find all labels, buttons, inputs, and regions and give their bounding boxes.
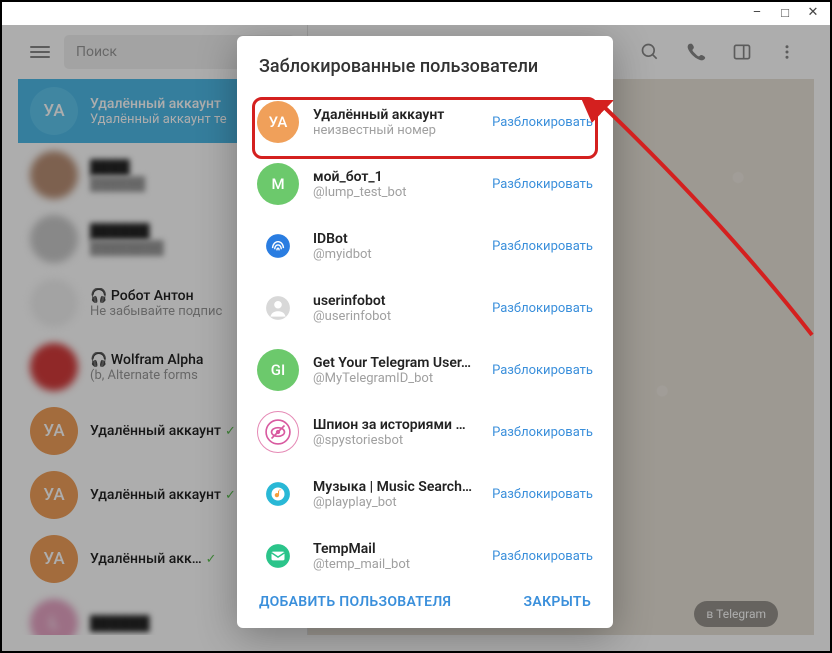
avatar: УА: [257, 101, 299, 143]
unblock-button[interactable]: Разблокировать: [492, 301, 593, 316]
modal-footer: ДОБАВИТЬ ПОЛЬЗОВАТЕЛЯ ЗАКРЫТЬ: [237, 576, 613, 628]
unblock-button[interactable]: Разблокировать: [492, 425, 593, 440]
avatar: [257, 225, 299, 267]
window-titlebar: – □ ✕: [0, 0, 832, 25]
user-name: Шпион за историями …: [313, 417, 478, 433]
window-maximize-button[interactable]: □: [778, 6, 792, 20]
user-subtitle: @lump_test_bot: [313, 185, 478, 200]
user-subtitle: @spystoriesbot: [313, 433, 478, 448]
unblock-button[interactable]: Разблокировать: [492, 487, 593, 502]
avatar: [257, 535, 299, 576]
user-subtitle: @myidbot: [313, 247, 478, 262]
blocked-user-row[interactable]: Ммой_бот_1@lump_test_bot Разблокировать: [237, 153, 613, 215]
user-subtitle: неизвестный номер: [313, 123, 478, 138]
user-name: Музыка | Music Search…: [313, 479, 478, 495]
user-subtitle: @playplay_bot: [313, 495, 478, 510]
blocked-user-row[interactable]: Шпион за историями …@spystoriesbot Разбло…: [237, 401, 613, 463]
user-name: TempMail: [313, 541, 478, 557]
avatar: [257, 411, 299, 453]
add-user-button[interactable]: ДОБАВИТЬ ПОЛЬЗОВАТЕЛЯ: [259, 594, 451, 610]
unblock-button[interactable]: Разблокировать: [492, 115, 593, 130]
user-info: Шпион за историями …@spystoriesbot: [313, 417, 478, 448]
user-info: Удалённый аккаунтнеизвестный номер: [313, 107, 478, 138]
close-button[interactable]: ЗАКРЫТЬ: [524, 594, 591, 610]
user-name: IDBot: [313, 231, 478, 247]
user-subtitle: @userinfobot: [313, 309, 478, 324]
user-info: мой_бот_1@lump_test_bot: [313, 169, 478, 200]
user-info: Музыка | Music Search…@playplay_bot: [313, 479, 478, 510]
window-minimize-button[interactable]: –: [750, 6, 764, 20]
user-name: Get Your Telegram User…: [313, 355, 478, 371]
blocked-user-row[interactable]: IDBot@myidbot Разблокировать: [237, 215, 613, 277]
blocked-user-row[interactable]: userinfobot@userinfobot Разблокировать: [237, 277, 613, 339]
modal-title: Заблокированные пользователи: [237, 36, 613, 91]
user-name: мой_бот_1: [313, 169, 478, 185]
blocked-user-row[interactable]: TempMail@temp_mail_bot Разблокировать: [237, 525, 613, 576]
unblock-button[interactable]: Разблокировать: [492, 549, 593, 564]
unblock-button[interactable]: Разблокировать: [492, 363, 593, 378]
avatar: М: [257, 163, 299, 205]
user-name: Удалённый аккаунт: [313, 107, 478, 123]
user-info: IDBot@myidbot: [313, 231, 478, 262]
user-name: userinfobot: [313, 293, 478, 309]
blocked-user-row[interactable]: Музыка | Music Search…@playplay_bot Разбл…: [237, 463, 613, 525]
user-info: Get Your Telegram User…@MyTelegramID_bot: [313, 355, 478, 386]
user-info: TempMail@temp_mail_bot: [313, 541, 478, 572]
avatar: [257, 287, 299, 329]
blocked-users-modal: Заблокированные пользователи УА Удалённый…: [237, 36, 613, 628]
blocked-user-row[interactable]: УА Удалённый аккаунтнеизвестный номер Разб…: [237, 91, 613, 153]
user-info: userinfobot@userinfobot: [313, 293, 478, 324]
blocked-users-list: УА Удалённый аккаунтнеизвестный номер Разб…: [237, 91, 613, 576]
avatar: GI: [257, 349, 299, 391]
user-subtitle: @temp_mail_bot: [313, 557, 478, 572]
avatar: [257, 473, 299, 515]
window-close-button[interactable]: ✕: [806, 6, 820, 20]
unblock-button[interactable]: Разблокировать: [492, 177, 593, 192]
blocked-user-row[interactable]: GI Get Your Telegram User…@MyTelegramID_b…: [237, 339, 613, 401]
unblock-button[interactable]: Разблокировать: [492, 239, 593, 254]
user-subtitle: @MyTelegramID_bot: [313, 371, 478, 386]
